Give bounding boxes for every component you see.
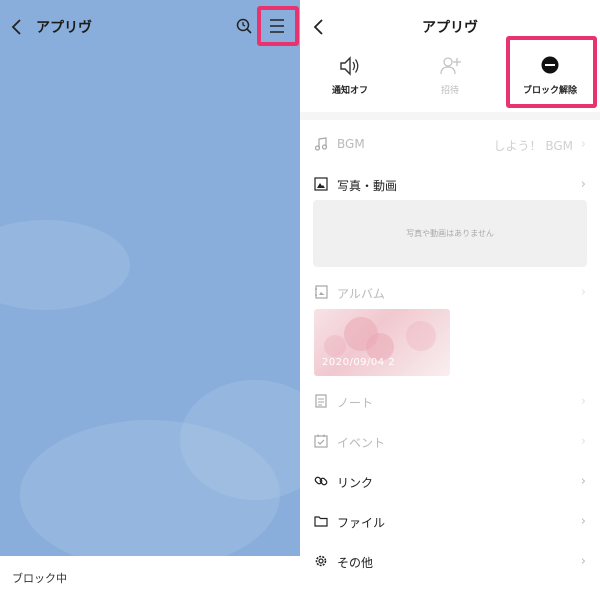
chat-title: アプリヴ: [36, 20, 92, 36]
minus-circle-icon: [541, 56, 559, 74]
album-label: アルバム: [337, 287, 385, 301]
bgm-label: BGM: [337, 137, 365, 151]
chevron-right-icon: ›: [580, 514, 586, 529]
speaker-icon: [340, 56, 359, 76]
bgm-row[interactable]: BGM しよう！ BGM ›: [300, 124, 600, 164]
event-row[interactable]: イベント ›: [300, 421, 600, 461]
search-history-icon[interactable]: [236, 18, 252, 34]
other-row[interactable]: その他 ›: [300, 541, 600, 581]
notification-off-button[interactable]: 通知オフ: [305, 50, 395, 98]
invite-button[interactable]: 招待: [405, 50, 495, 98]
other-label: その他: [337, 556, 374, 570]
chevron-right-icon: ›: [580, 137, 586, 152]
album-row[interactable]: アルバム ›: [300, 272, 600, 312]
folder-icon: [314, 516, 328, 527]
back-icon[interactable]: [10, 18, 24, 36]
gear-icon: [315, 555, 327, 567]
link-label: リンク: [337, 476, 374, 490]
unblock-label: ブロック解除: [522, 86, 577, 96]
calendar-check-icon: [314, 434, 328, 448]
menu-icon[interactable]: [269, 18, 285, 34]
link-icon: [314, 476, 328, 486]
chat-screen: アプリヴ ブロック中: [0, 0, 300, 602]
chevron-right-icon: ›: [580, 434, 586, 449]
photos-videos-row[interactable]: 写真・動画 ›: [300, 164, 600, 204]
photo-icon: [314, 177, 328, 191]
chevron-right-icon: ›: [580, 474, 586, 489]
bgm-value: しよう！ BGM: [493, 139, 574, 153]
unblock-button[interactable]: ブロック解除: [505, 50, 595, 98]
notification-off-label: 通知オフ: [331, 86, 368, 96]
blocked-footer: ブロック中: [0, 556, 300, 602]
chevron-right-icon: ›: [580, 285, 586, 300]
photos-videos-label: 写真・動画: [337, 179, 398, 193]
chevron-right-icon: ›: [580, 177, 586, 192]
note-row[interactable]: ノート ›: [300, 381, 600, 421]
chevron-right-icon: ›: [580, 554, 586, 569]
link-row[interactable]: リンク ›: [300, 461, 600, 501]
event-label: イベント: [337, 436, 386, 450]
note-icon: [315, 394, 327, 408]
section-divider: [300, 112, 600, 120]
add-person-icon: [440, 57, 461, 75]
blocked-status: ブロック中: [12, 572, 67, 585]
chevron-right-icon: ›: [580, 394, 586, 409]
note-label: ノート: [337, 396, 374, 410]
file-row[interactable]: ファイル ›: [300, 501, 600, 541]
file-label: ファイル: [337, 516, 386, 530]
album-icon: [315, 285, 328, 299]
album-caption: 2020/09/04 2: [322, 357, 396, 368]
photos-empty-text: 写真や動画はありません: [406, 229, 494, 238]
menu-title: アプリヴ: [422, 20, 478, 36]
music-note-icon: [314, 137, 328, 151]
album-thumbnail[interactable]: 2020/09/04 2: [314, 309, 450, 376]
invite-label: 招待: [440, 86, 459, 96]
photos-empty-box: 写真や動画はありません: [313, 200, 587, 267]
chat-menu-panel: アプリヴ 通知オフ 招待 ブロック解除 BGM しよう！ BGM › 写真・動画…: [300, 0, 600, 602]
